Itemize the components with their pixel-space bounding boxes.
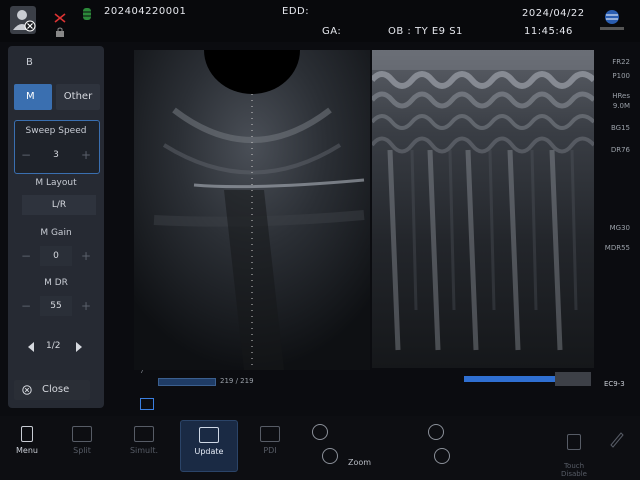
database-icon [82,6,92,25]
date: 2024/04/22 [522,8,585,19]
sweep-speed-label: Sweep Speed [25,126,87,136]
knob-1-icon[interactable] [312,424,328,440]
m-dr-minus-button[interactable]: − [16,296,36,316]
m-dr-stepper: − 55 + [14,296,98,316]
top-bar: 202404220001 EDD: GA: OB : TY E9 S1 2024… [0,0,640,42]
edd-label: EDD: [282,6,310,17]
knob-4-icon[interactable] [434,448,450,464]
tab-b-mode[interactable]: B [14,50,52,76]
touch-disable-button[interactable]: Touch Disable [556,420,592,478]
tab-m-mode[interactable]: M [14,84,52,110]
sweep-speed-stepper: − 3 + [14,145,98,165]
m-dr-value: 55 [40,296,72,316]
next-page-icon[interactable] [74,341,84,353]
m-gain-stepper: − 0 + [14,246,98,266]
m-mode-marker [555,372,591,386]
probe-name: EC9-3 [604,380,625,388]
menu-icon [21,426,33,442]
m-gain-minus-button[interactable]: − [16,246,36,266]
page-indicator: 1/2 [46,341,61,351]
close-label: Close [42,384,70,395]
param-frequency: 9.0M [612,102,630,110]
update-icon [199,427,219,443]
patient-id: 202404220001 [104,6,187,17]
simult-icon [134,426,154,442]
param-frame-rate: FR22 [612,58,630,66]
pen-icon[interactable] [608,430,626,448]
knob-2-icon[interactable] [322,448,338,464]
prev-page-icon[interactable] [26,341,36,353]
param-resolution: HRes [612,92,630,100]
menu-button[interactable]: Menu [10,420,44,470]
brand-logo-icon [598,8,626,38]
lock-icon [55,22,65,41]
m-gain-label: M Gain [40,228,72,238]
m-gain-plus-button[interactable]: + [76,246,96,266]
knob-3-icon[interactable] [428,424,444,440]
update-button[interactable]: Update [180,420,238,472]
close-button[interactable]: Close [14,380,90,400]
tab-other[interactable]: Other [56,84,100,110]
split-button[interactable]: Split [60,420,104,470]
m-gain-value: 0 [40,246,72,266]
pdi-icon [260,426,280,442]
zoom-label: Zoom [348,458,372,467]
time: 11:45:46 [524,26,573,37]
b-mode-image[interactable] [134,50,370,370]
ga-label: GA: [322,26,342,37]
sweep-speed-value: 3 [53,150,59,160]
exam-info: OB : TY E9 S1 [388,26,463,37]
param-m-gain: MG30 [609,224,630,232]
m-mode-timeline-bar[interactable] [464,376,558,382]
patient-icon[interactable] [10,6,36,34]
simult-button[interactable]: Simult. [120,420,168,470]
m-dr-label: M DR [44,278,68,288]
param-power: P100 [612,72,630,80]
param-m-dr: MDR55 [604,244,630,252]
m-mode-image[interactable] [372,50,594,368]
m-dr-plus-button[interactable]: + [76,296,96,316]
frame-counter: 219 / 219 [220,377,254,385]
m-layout-label: M Layout [35,178,77,188]
close-icon [22,385,32,395]
sweep-speed-minus-button[interactable]: − [16,145,36,165]
touch-hand-icon [567,434,581,450]
param-dynamic-range: DR76 [610,146,630,154]
cine-frame-slider[interactable] [158,378,216,386]
page-navigator: 1/2 [26,340,86,356]
sweep-speed-plus-button[interactable]: + [76,145,96,165]
split-icon [72,426,92,442]
pdi-button[interactable]: PDI [250,420,290,470]
param-b-gain: BG15 [610,124,630,132]
cine-loop-icon[interactable] [140,398,154,410]
m-layout-select[interactable]: L/R [22,195,96,215]
